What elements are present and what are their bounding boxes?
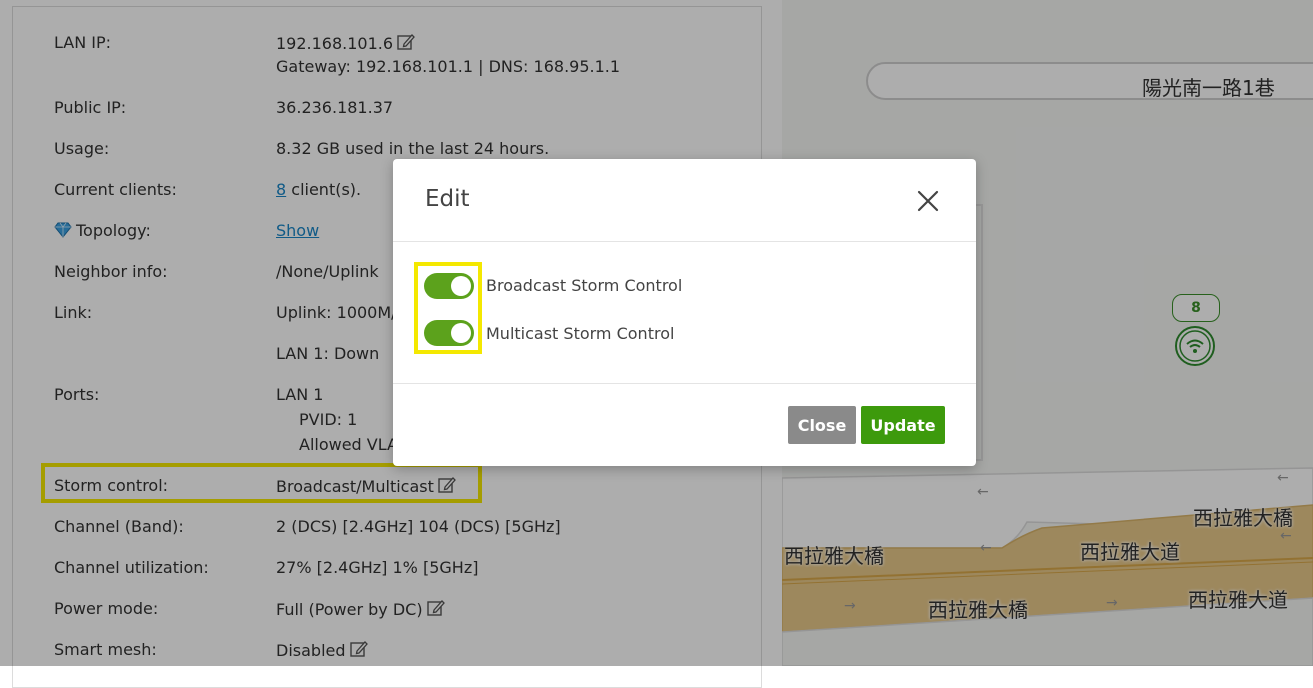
toggle-knob: [451, 323, 471, 343]
multicast-storm-label: Multicast Storm Control: [486, 324, 675, 343]
multicast-storm-toggle[interactable]: [424, 320, 474, 346]
update-button[interactable]: Update: [861, 406, 945, 444]
edit-dialog: Edit Broadcast Storm Control Multicast S…: [393, 159, 976, 466]
toggle-knob: [451, 276, 471, 296]
close-icon[interactable]: [914, 187, 942, 215]
broadcast-storm-toggle[interactable]: [424, 273, 474, 299]
dialog-title: Edit: [425, 186, 470, 212]
broadcast-storm-label: Broadcast Storm Control: [486, 276, 683, 295]
close-button[interactable]: Close: [788, 406, 856, 444]
divider: [393, 241, 976, 242]
divider: [393, 383, 976, 384]
